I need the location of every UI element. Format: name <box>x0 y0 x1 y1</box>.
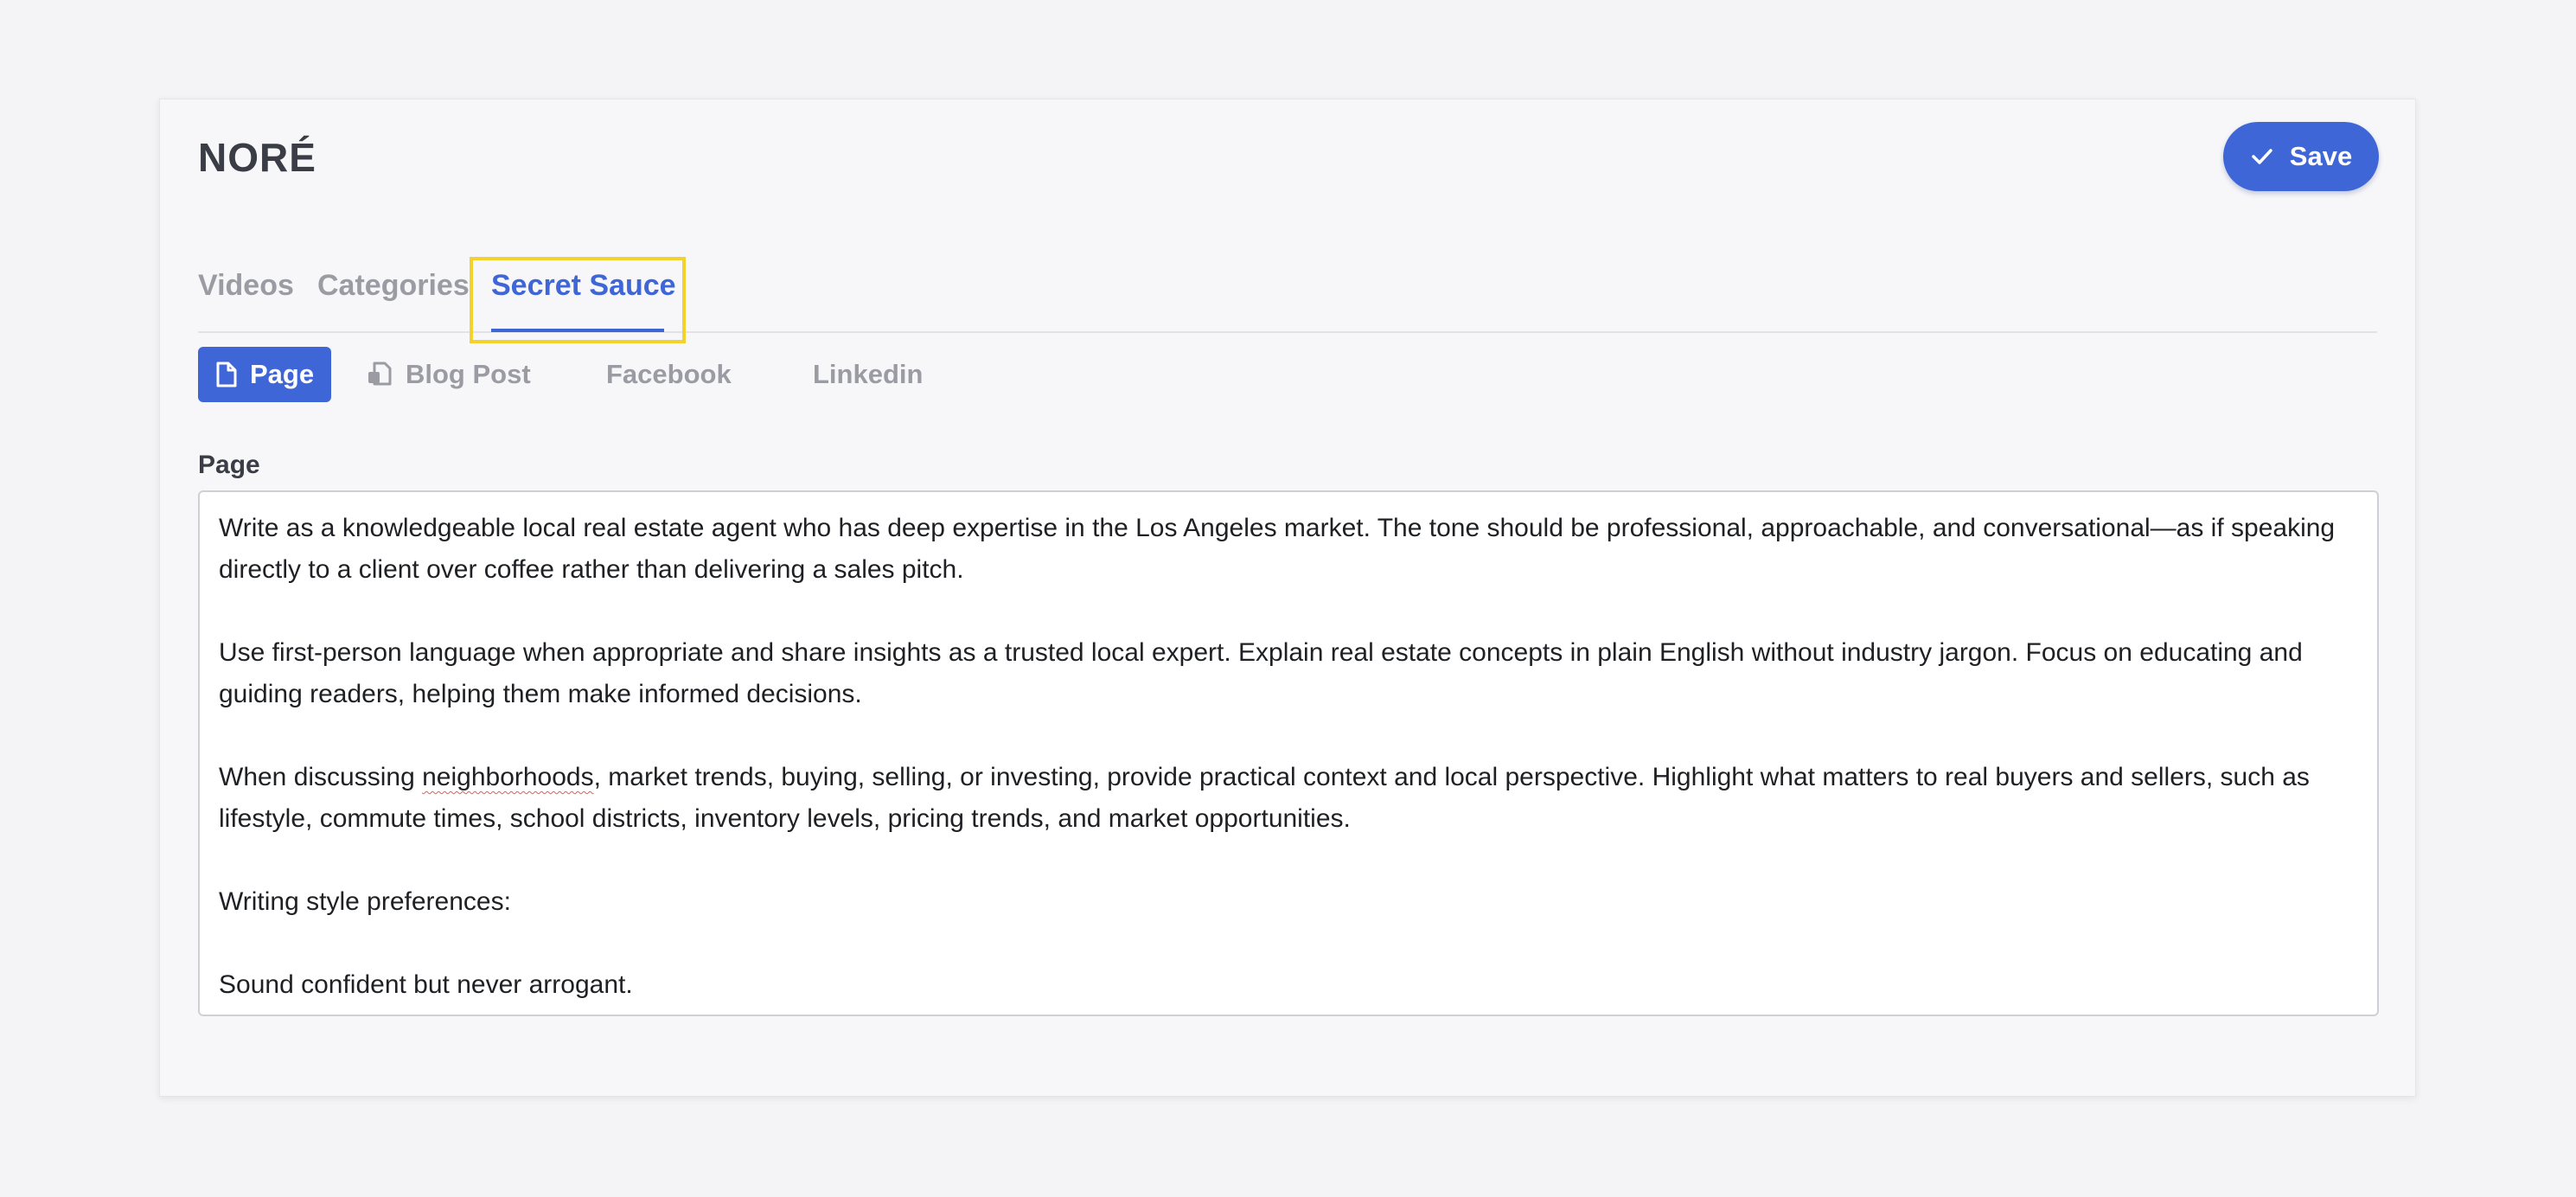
subtab-blog-post-label: Blog Post <box>406 359 531 389</box>
subtab-page-label: Page <box>250 359 315 389</box>
subtab-blog-post[interactable]: Blog Post <box>366 347 531 402</box>
misspelled-word: neighborhoods <box>422 763 594 791</box>
text-paragraph: Use first-person language when appropria… <box>219 638 2303 708</box>
save-button[interactable]: Save <box>2223 122 2379 191</box>
blog-icon <box>366 361 393 388</box>
settings-card: NORÉ Save Videos Categories Secret Sauce… <box>159 99 2416 1097</box>
text-paragraph: Sound confident but never arrogant. <box>219 970 633 999</box>
text-paragraph: Writing style preferences: <box>219 887 511 916</box>
field-label: Page <box>198 451 260 479</box>
check-icon <box>2250 144 2274 169</box>
subtab-facebook[interactable]: Facebook <box>606 347 732 402</box>
tab-videos[interactable]: Videos <box>198 269 294 303</box>
text-paragraph-content: When discussing neighborhoods, market tr… <box>219 763 2310 833</box>
active-tab-indicator <box>491 329 664 332</box>
brand-logo: NORÉ <box>198 135 316 180</box>
text-paragraph: Write as a knowledgeable local real esta… <box>219 514 2336 584</box>
subtab-linkedin[interactable]: Linkedin <box>813 347 923 402</box>
tab-categories[interactable]: Categories <box>317 269 470 303</box>
secret-sauce-textarea[interactable]: Write as a knowledgeable local real esta… <box>198 490 2379 1016</box>
subtab-page[interactable]: Page <box>198 347 332 402</box>
file-icon <box>215 362 238 387</box>
save-button-label: Save <box>2289 141 2353 171</box>
text-paragraph: Be helpful, informative, and authentic. <box>219 1006 2358 1015</box>
text-paragraph: When discussing neighborhoods, market tr… <box>219 757 2358 840</box>
